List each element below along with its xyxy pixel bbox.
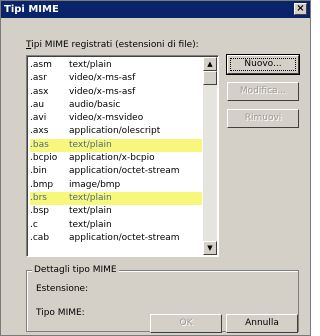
- new-button[interactable]: Nuovo...: [226, 54, 300, 75]
- list-item-extension: .avi: [30, 113, 47, 124]
- scroll-up-button[interactable]: ▲: [203, 57, 217, 71]
- mime-types-dialog: Tipi MIME × Tipi MIME registrati (estens…: [0, 0, 311, 336]
- list-item-extension: .bin: [30, 166, 47, 177]
- list-item[interactable]: .asm text/plain: [30, 59, 202, 72]
- list-item-mime-type: application/x-bcpio: [69, 153, 155, 164]
- list-item[interactable]: .bsp text/plain: [30, 205, 202, 218]
- mime-details-title: Dettagli tipo MIME: [32, 265, 119, 275]
- list-item-mime-type: text/plain: [69, 192, 112, 203]
- mime-types-listbox[interactable]: .asm text/plain .asr video/x-ms-asf .asx vide…: [26, 55, 219, 257]
- list-item-extension: .asm: [30, 60, 52, 70]
- list-item-mime-type: text/plain: [69, 219, 112, 230]
- list-item-extension: .bcpio: [30, 153, 58, 164]
- list-item-mime-type: text/plain: [69, 139, 112, 150]
- vertical-scrollbar[interactable]: ▲ ▼: [203, 57, 217, 255]
- list-item-extension: .au: [30, 99, 45, 110]
- list-item-mime-type: audio/basic: [69, 99, 121, 110]
- list-item-extension: .c: [30, 219, 38, 230]
- list-item[interactable]: .bmp image/bmp: [30, 179, 202, 192]
- list-item[interactable]: .asr video/x-ms-asf: [30, 72, 202, 85]
- close-button[interactable]: ×: [294, 3, 307, 15]
- list-item-extension: .bas: [30, 139, 49, 150]
- list-item-mime-type: application/octet-stream: [69, 166, 180, 177]
- cancel-label: Annulla: [245, 318, 279, 328]
- list-item[interactable]: .bin application/octet-stream: [30, 165, 202, 178]
- arrow-down-icon: ▼: [207, 244, 213, 252]
- scroll-down-button[interactable]: ▼: [203, 241, 217, 255]
- list-item-mime-type: text/plain: [69, 60, 112, 70]
- cancel-button[interactable]: Annulla: [226, 314, 298, 333]
- mime-list-rows: .asm text/plain .asr video/x-ms-asf .asx vide…: [30, 59, 202, 245]
- ok-label: OK: [179, 318, 193, 328]
- list-item[interactable]: .au audio/basic: [30, 99, 202, 112]
- list-item[interactable]: .avi video/x-msvideo: [30, 112, 202, 125]
- list-item-extension: .bsp: [30, 206, 49, 217]
- ok-button[interactable]: OK: [150, 314, 222, 333]
- list-item-mime-type: text/plain: [69, 206, 112, 217]
- close-icon: ×: [296, 3, 305, 14]
- window-title: Tipi MIME: [4, 4, 59, 15]
- list-item[interactable]: .c text/plain: [30, 219, 202, 232]
- extension-label: Estensione:: [36, 284, 89, 294]
- list-item-extension: .axs: [30, 126, 49, 137]
- list-item-extension: .asr: [30, 73, 47, 84]
- list-item-mime-type: video/x-ms-asf: [69, 86, 136, 97]
- arrow-up-icon: ▲: [207, 60, 213, 68]
- list-item-extension: .asx: [30, 86, 49, 97]
- list-item-extension: .cab: [30, 232, 50, 243]
- list-item-mime-type: image/bmp: [69, 179, 121, 190]
- list-item-mime-type: application/olescript: [69, 126, 161, 137]
- title-bar: Tipi MIME ×: [1, 1, 310, 18]
- list-item-mime-type: application/octet-stream: [69, 232, 180, 243]
- list-item[interactable]: .bcpio application/x-bcpio: [30, 152, 202, 165]
- list-item-extension: .bmp: [30, 179, 54, 190]
- remove-button[interactable]: Rimuovi: [227, 109, 299, 128]
- list-item[interactable]: .asx video/x-ms-asf: [30, 86, 202, 99]
- list-item[interactable]: .brs text/plain: [30, 191, 202, 206]
- list-item-mime-type: video/x-msvideo: [69, 113, 144, 124]
- list-item[interactable]: .axs application/olescript: [30, 125, 202, 138]
- mime-list-label: Tipi MIME registrati (estensioni di file…: [26, 40, 199, 50]
- list-item-extension: .brs: [30, 192, 47, 203]
- edit-button[interactable]: Modifica...: [227, 82, 299, 101]
- list-item-mime-type: video/x-ms-asf: [69, 73, 136, 84]
- list-item[interactable]: .bas text/plain: [30, 138, 202, 153]
- scroll-thumb[interactable]: [203, 71, 217, 85]
- mime-type-label: Tipo MIME:: [36, 308, 85, 318]
- list-item[interactable]: .cab application/octet-stream: [30, 232, 202, 245]
